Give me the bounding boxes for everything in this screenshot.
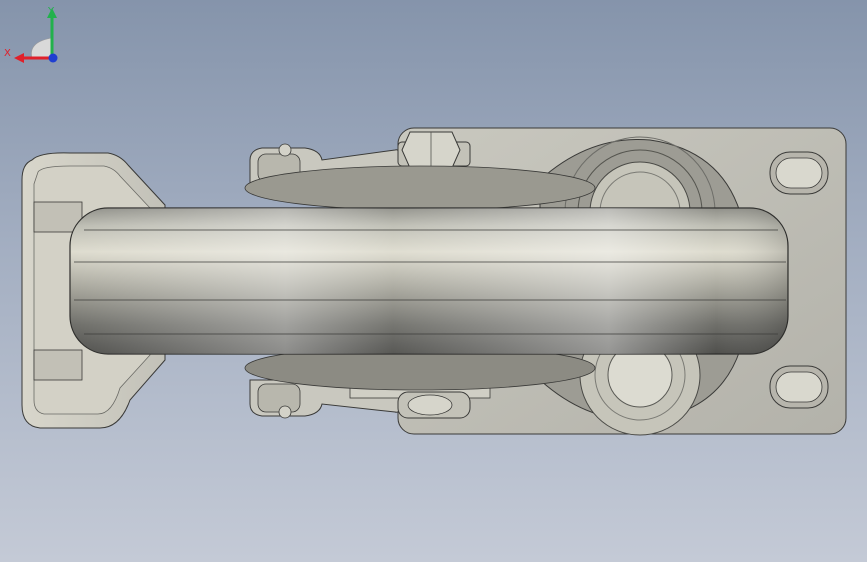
rivet-bottom bbox=[278, 405, 292, 419]
wheel-tire bbox=[69, 207, 789, 355]
coordinate-triad-icon: X Y bbox=[4, 6, 58, 63]
triad-plane-icon bbox=[31, 37, 53, 59]
axle-bolt-head bbox=[397, 391, 471, 419]
caster-wheel-model[interactable] bbox=[0, 0, 867, 562]
y-axis-label: Y bbox=[47, 6, 55, 17]
rivet-top bbox=[278, 143, 292, 157]
hub-top bbox=[244, 165, 596, 211]
cad-3d-viewport[interactable]: X Y bbox=[0, 0, 867, 562]
z-axis-dot-icon bbox=[48, 53, 58, 63]
x-axis-label: X bbox=[4, 48, 11, 59]
